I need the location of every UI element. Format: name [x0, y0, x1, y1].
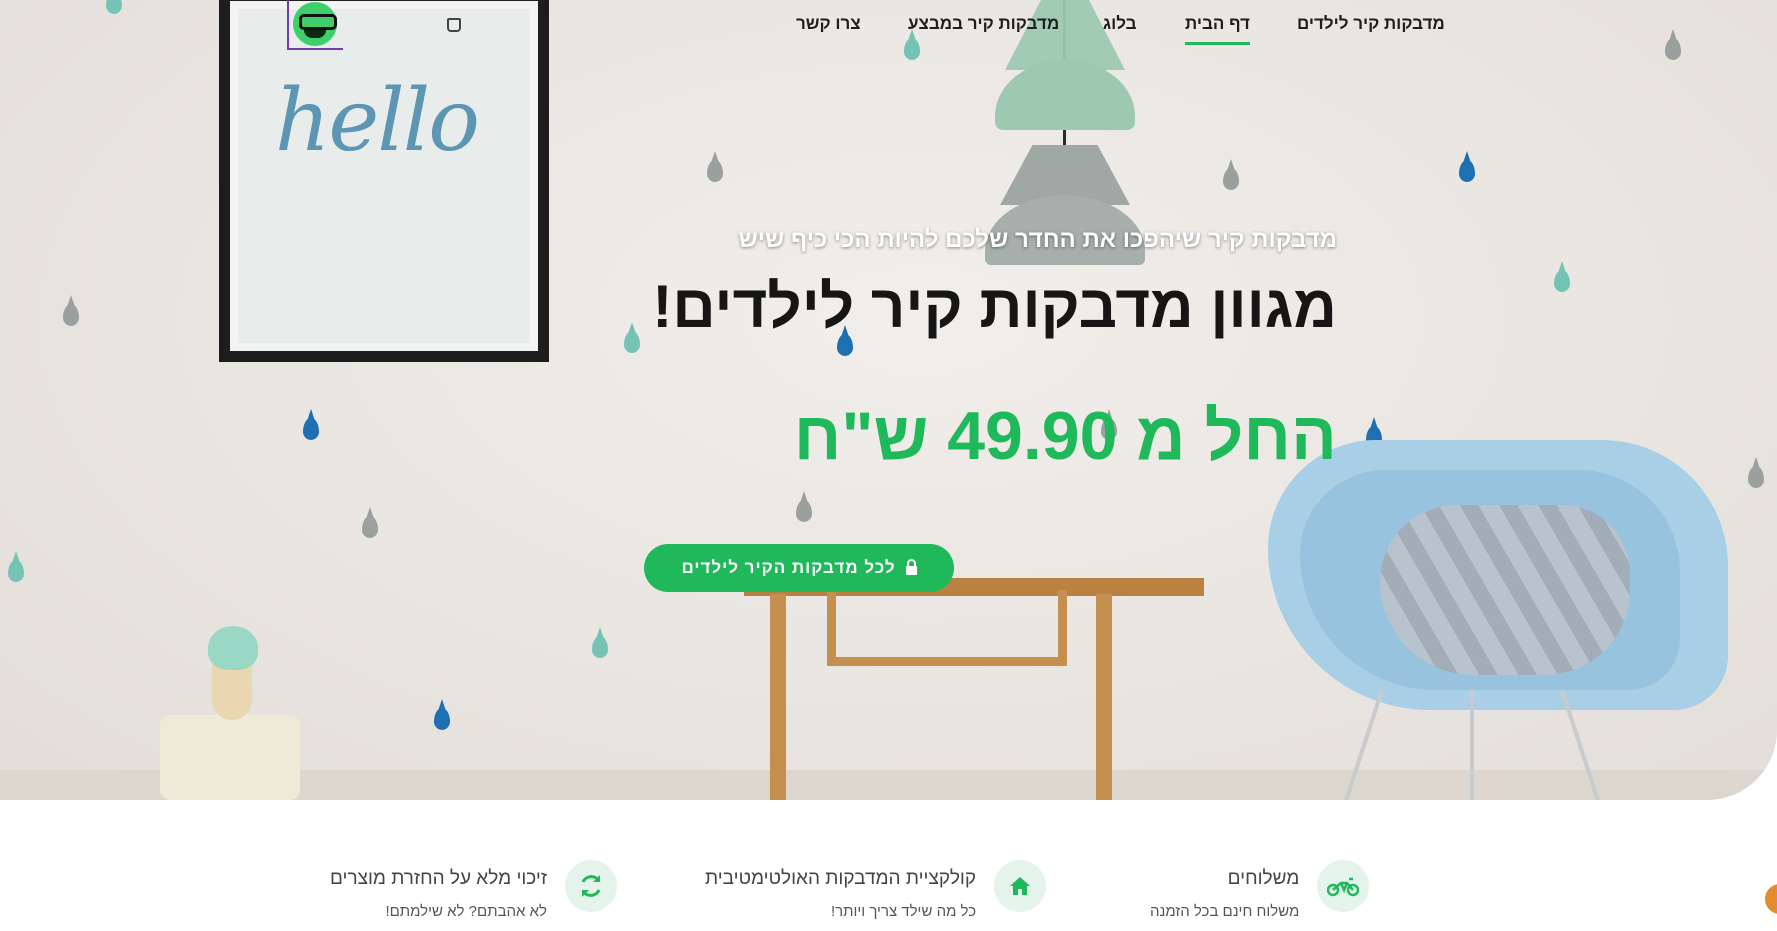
table-shelf: [827, 590, 1067, 666]
feature-subtitle: משלוח חינם בכל הזמנה: [1150, 903, 1300, 920]
feature-title: משלוחים: [1227, 868, 1300, 889]
decal-drop: [707, 151, 723, 182]
decal-drop: [1223, 159, 1239, 190]
feature-title: קולקציית המדבקות האולטימטיבית: [705, 868, 977, 889]
lock-icon: [905, 558, 917, 575]
decal-drop: [1748, 457, 1764, 488]
feature-collection: קולקציית המדבקות האולטימטיבית כל מה שילד…: [705, 860, 1047, 920]
hello-poster-text: hello: [275, 71, 480, 171]
features-bar: משלוחים משלוח חינם בכל הזמנה קולקציית המ…: [0, 860, 1777, 931]
chair-leg: [1470, 690, 1474, 800]
decal-drop: [63, 295, 79, 326]
hero-text: מדבקות קיר שיהפכו את החדר שלכם להיות הכי…: [637, 226, 1337, 470]
motorcycle-icon: [1317, 860, 1370, 912]
refresh-icon: [564, 860, 617, 912]
monkey-logo-icon: [293, 2, 337, 46]
feature-shipping: משלוחים משלוח חינם בכל הזמנה: [1150, 860, 1370, 920]
feature-subtitle: כל מה שילד צריך ויותר!: [830, 903, 977, 920]
feature-subtitle: לא אהבתם? לא שילמתם!: [385, 903, 547, 920]
shopping-bag-icon[interactable]: [447, 18, 461, 32]
hero-banner: hello מדבקות קיר לילדים דף הבית בלוג מדב…: [0, 0, 1777, 800]
hero-price: החל מ 49.90 ש"ח: [793, 398, 1337, 474]
hello-poster: hello: [219, 0, 549, 362]
icecream-scoop: [208, 626, 258, 670]
hero-headline: מגוון מדבקות קיר לילדים!: [652, 273, 1337, 340]
site-logo[interactable]: [287, 0, 343, 50]
decor-box: [160, 715, 300, 800]
table-leg: [770, 594, 786, 800]
decal-drop: [362, 507, 378, 538]
decal-drop: [592, 627, 608, 658]
feature-refund: זיכוי מלא על החזרת מוצרים לא אהבתם? לא ש…: [330, 860, 617, 920]
decal-drop: [303, 409, 319, 440]
feature-title: זיכוי מלא על החזרת מוצרים: [330, 868, 547, 889]
decal-drop: [1459, 151, 1475, 182]
hero-tagline: מדבקות קיר שיהפכו את החדר שלכם להיות הכי…: [738, 226, 1337, 253]
knot-pillow: [1380, 505, 1630, 675]
nav-item-contact[interactable]: צרו קשר: [796, 14, 861, 34]
decal-drop: [434, 699, 450, 730]
nav-item-kids-stickers[interactable]: מדבקות קיר לילדים: [1297, 14, 1445, 34]
nav-item-sale[interactable]: מדבקות קיר במבצע: [908, 14, 1059, 34]
nav-item-blog[interactable]: בלוג: [1103, 14, 1137, 34]
decal-drop: [796, 491, 812, 522]
home-icon: [994, 860, 1047, 912]
shop-all-button-label: לכל מדבקות הקיר לילדים: [681, 558, 896, 577]
main-nav: מדבקות קיר לילדים דף הבית בלוג מדבקות קי…: [0, 14, 1777, 54]
decal-drop: [1554, 261, 1570, 292]
table-leg: [1096, 594, 1112, 800]
decal-drop: [8, 551, 24, 582]
nav-item-home[interactable]: דף הבית: [1185, 14, 1250, 45]
shop-all-button[interactable]: לכל מדבקות הקיר לילדים: [644, 544, 954, 592]
